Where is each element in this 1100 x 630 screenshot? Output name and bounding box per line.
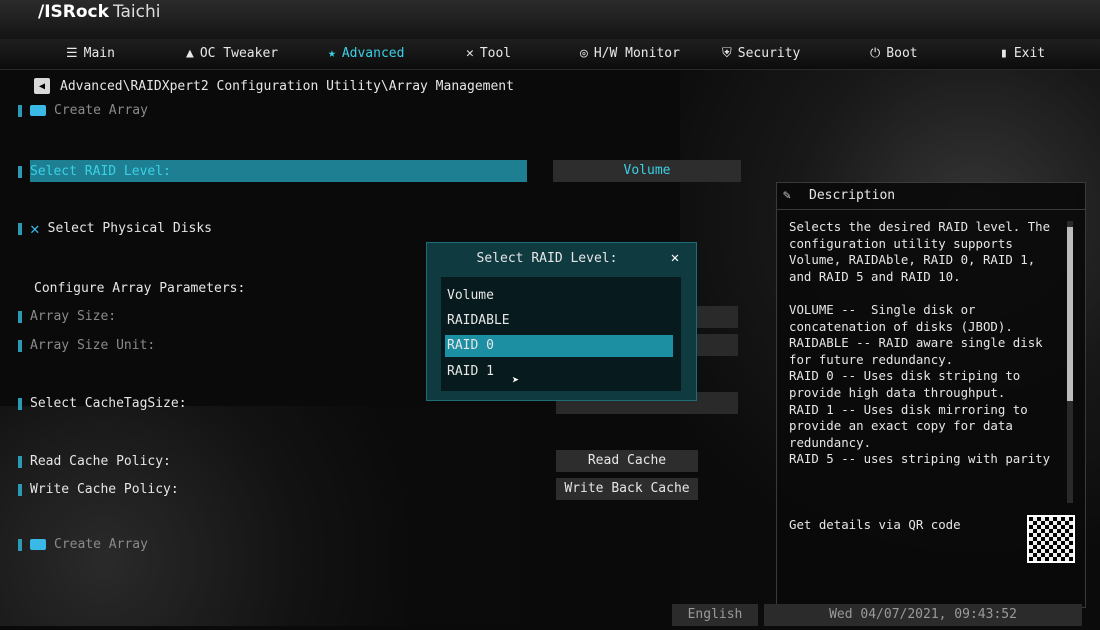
mouse-cursor-icon: ➤: [512, 373, 520, 387]
description-header: ✎ Description: [777, 183, 1085, 210]
row-marker: [18, 222, 22, 235]
breadcrumb: ◀ Advanced\RAIDXpert2 Configuration Util…: [34, 78, 514, 94]
array-size-unit-label: Array Size Unit:: [30, 338, 156, 353]
select-raid-level-label: Select RAID Level:: [30, 164, 171, 179]
array-size-value[interactable]: [696, 306, 738, 328]
language-selector[interactable]: English: [672, 604, 758, 626]
popup-title: Select RAID Level:: [476, 251, 618, 266]
menu-security[interactable]: ⛨ Security: [722, 39, 800, 69]
star-icon: ★: [328, 46, 336, 61]
back-arrow-icon[interactable]: ◀: [34, 78, 50, 94]
read-cache-policy-row[interactable]: Read Cache Policy:: [18, 454, 171, 469]
configure-array-parameters: Configure Array Parameters:: [34, 281, 245, 296]
top-menu: ☰ Main ▲ OC Tweaker ★ Advanced ✕ Tool ◎ H/W M…: [0, 39, 1100, 70]
power-icon: ⏻: [870, 46, 881, 61]
array-size-unit-value[interactable]: [696, 334, 738, 356]
menu-exit[interactable]: ▮ Exit: [1000, 39, 1045, 69]
menu-tool-label: Tool: [479, 46, 512, 61]
qr-code-icon: [1027, 515, 1075, 563]
tool-icon: ✕: [466, 46, 474, 61]
menu-exit-label: Exit: [1013, 46, 1046, 61]
row-marker: [18, 483, 22, 496]
popup-option-volume[interactable]: Volume: [445, 285, 673, 307]
popup-option-raid1[interactable]: RAID 1: [445, 361, 673, 383]
menu-oc-tweaker[interactable]: ▲ OC Tweaker: [186, 39, 278, 69]
create-array-bottom-label: Create Array: [54, 537, 148, 552]
brand-model: Taichi: [112, 2, 161, 22]
description-panel: ✎ Description Selects the desired RAID l…: [776, 182, 1086, 608]
row-marker: [18, 397, 22, 410]
array-size-label: Array Size:: [30, 309, 117, 324]
shield-icon: ⛨: [722, 46, 732, 61]
array-size-unit-row[interactable]: Array Size Unit:: [18, 338, 155, 353]
tools-icon: ✕: [30, 219, 40, 238]
select-raid-level-row[interactable]: Select RAID Level:: [18, 164, 171, 179]
description-text: Selects the desired RAID level. The conf…: [789, 219, 1051, 467]
row-marker: [18, 310, 22, 323]
brand-name: /ISRock: [38, 2, 109, 22]
menu-security-label: Security: [737, 46, 801, 61]
popup-option-raid0[interactable]: RAID 0: [445, 335, 673, 357]
row-marker: [18, 455, 22, 468]
select-physical-disks-label: Select Physical Disks: [47, 221, 213, 236]
folder-icon: [30, 105, 46, 116]
menu-advanced[interactable]: ★ Advanced: [328, 39, 404, 69]
description-scrollbar[interactable]: [1067, 221, 1073, 503]
menu-main-label: Main: [83, 46, 115, 61]
row-marker: [18, 339, 22, 352]
gear-art: [0, 406, 520, 626]
row-marker: [18, 104, 22, 117]
top-header: /ISRock Taichi: [0, 0, 1100, 41]
write-cache-policy-label: Write Cache Policy:: [30, 482, 179, 497]
scrollbar-thumb[interactable]: [1067, 227, 1073, 401]
read-cache-value[interactable]: Read Cache: [556, 450, 698, 472]
popup-options: Volume RAIDABLE RAID 0 RAID 1: [441, 277, 681, 391]
menu-main[interactable]: ☰ Main: [66, 39, 115, 69]
create-array-top[interactable]: Create Array: [18, 103, 148, 118]
configure-array-parameters-label: Configure Array Parameters:: [34, 281, 246, 296]
select-raid-level-popup: Select RAID Level: ✕ Volume RAIDABLE RAI…: [426, 242, 697, 401]
list-icon: ☰: [66, 46, 78, 61]
select-cachetagsize-label: Select CacheTagSize:: [30, 396, 187, 411]
exit-icon: ▮: [1000, 46, 1008, 61]
create-array-top-label: Create Array: [54, 103, 148, 118]
description-title: Description: [809, 188, 896, 203]
row-marker: [18, 165, 22, 178]
wrench-icon: ✎: [783, 188, 791, 203]
menu-boot[interactable]: ⏻ Boot: [870, 39, 918, 69]
raid-level-value[interactable]: Volume: [553, 160, 741, 182]
breadcrumb-text: Advanced\RAIDXpert2 Configuration Utilit…: [60, 78, 514, 94]
qr-label: Get details via QR code: [789, 517, 961, 532]
write-cache-value[interactable]: Write Back Cache: [556, 478, 698, 500]
select-cachetagsize-row[interactable]: Select CacheTagSize:: [18, 396, 187, 411]
menu-hw-monitor-label: H/W Monitor: [593, 46, 680, 61]
row-marker: [18, 538, 22, 551]
brand-logo: /ISRock Taichi: [38, 2, 161, 22]
datetime-display: Wed 04/07/2021, 09:43:52: [764, 604, 1082, 626]
read-cache-policy-label: Read Cache Policy:: [30, 454, 171, 469]
menu-boot-label: Boot: [886, 46, 918, 61]
select-physical-disks-row[interactable]: ✕ Select Physical Disks: [18, 219, 212, 238]
rocket-icon: ▲: [186, 46, 194, 61]
close-icon[interactable]: ✕: [666, 249, 684, 267]
menu-advanced-label: Advanced: [341, 46, 405, 61]
create-array-bottom[interactable]: Create Array: [18, 537, 148, 552]
write-cache-policy-row[interactable]: Write Cache Policy:: [18, 482, 179, 497]
menu-tool[interactable]: ✕ Tool: [466, 39, 511, 69]
folder-icon: [30, 539, 46, 550]
menu-hw-monitor[interactable]: ◎ H/W Monitor: [580, 39, 680, 69]
monitor-icon: ◎: [580, 46, 588, 61]
array-size-row[interactable]: Array Size:: [18, 309, 116, 324]
menu-oc-tweaker-label: OC Tweaker: [199, 46, 279, 61]
popup-option-raidable[interactable]: RAIDABLE: [445, 310, 673, 332]
